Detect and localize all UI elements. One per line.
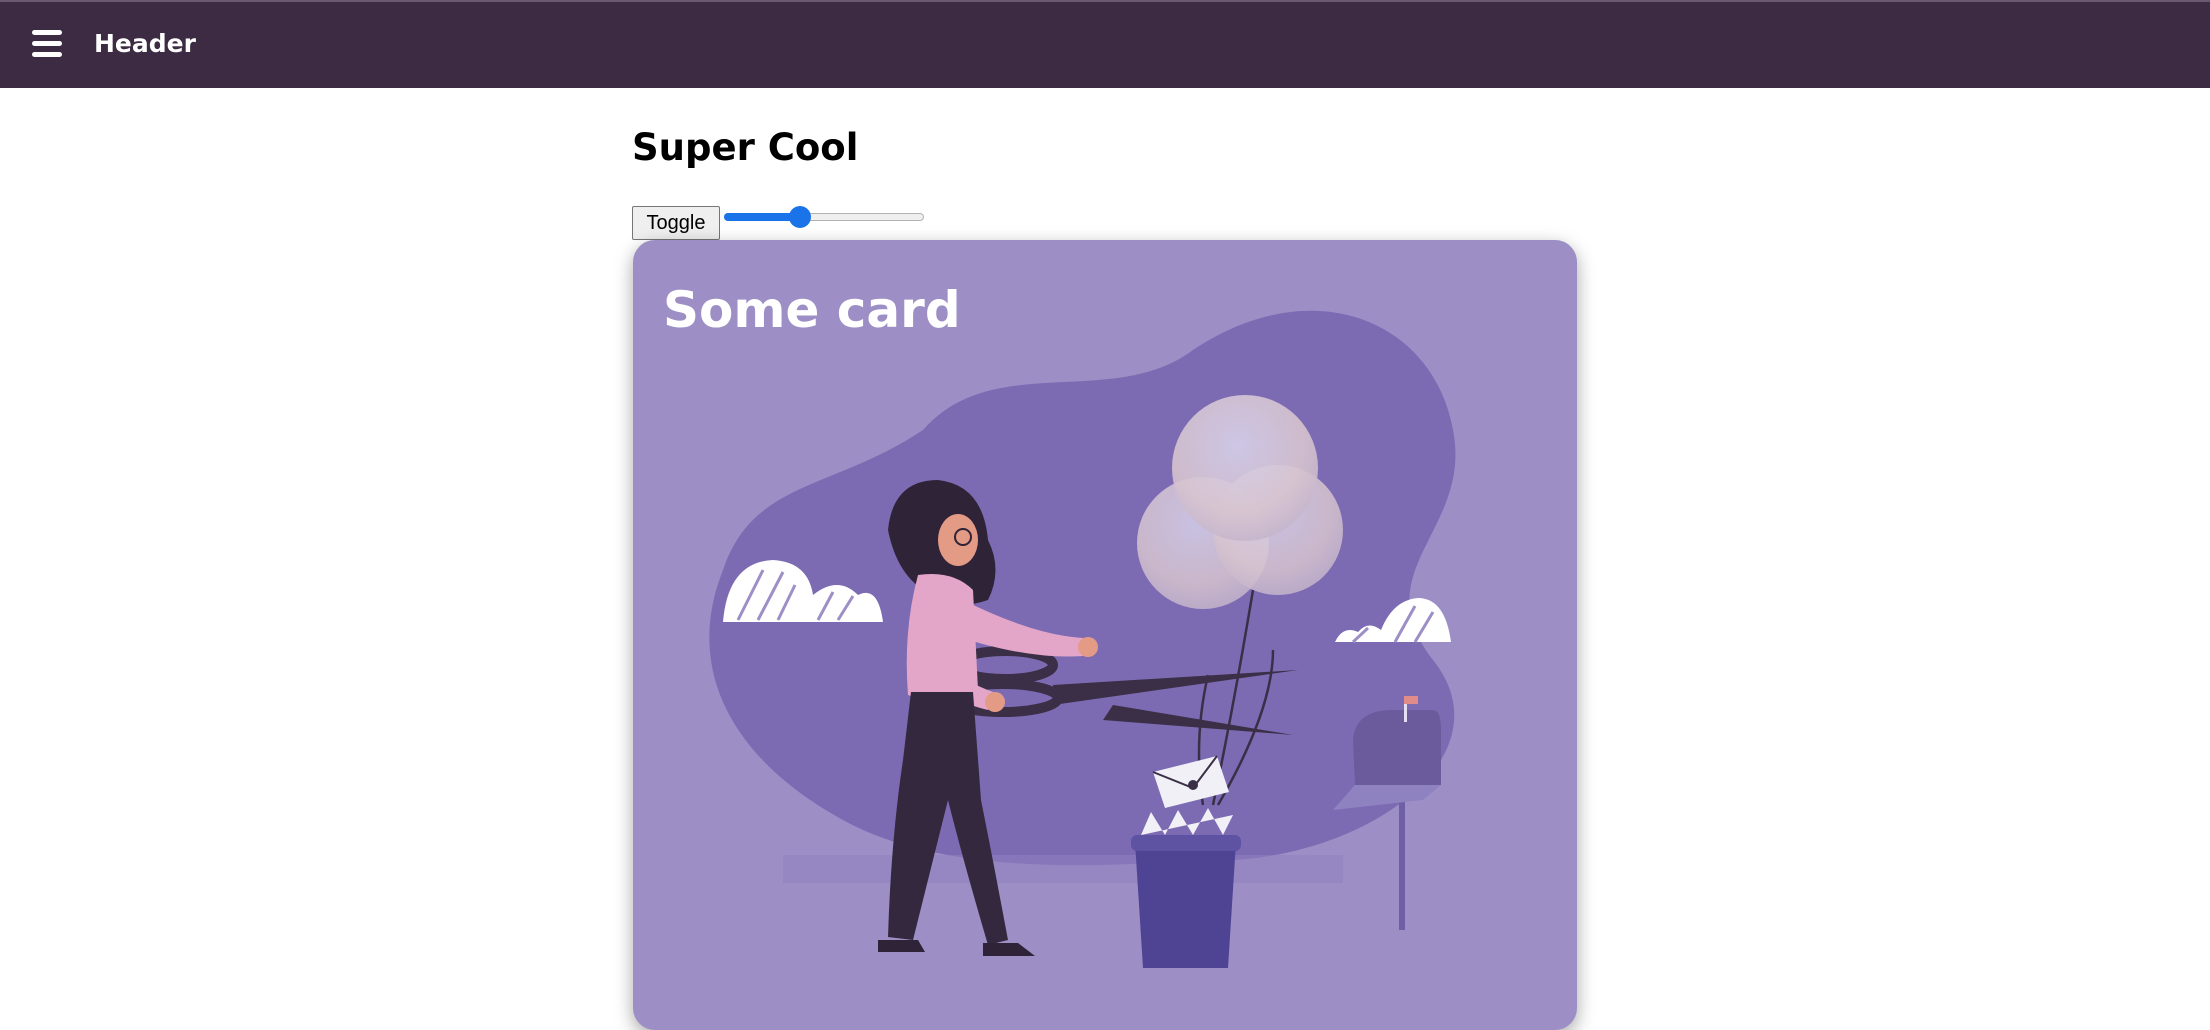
card-title: Some card — [663, 281, 961, 339]
slider-thumb[interactable] — [789, 206, 811, 228]
range-slider[interactable] — [724, 206, 926, 228]
woman-cutting-balloons-illustration — [709, 310, 1456, 968]
header-title: Header — [94, 29, 196, 58]
page-title: Super Cool — [632, 126, 859, 169]
card: Some card — [633, 240, 1577, 1030]
hamburger-menu-icon[interactable] — [28, 28, 64, 62]
background-blob — [709, 310, 1456, 866]
app-header: Header — [0, 0, 2210, 88]
toggle-button[interactable]: Toggle — [632, 206, 720, 240]
